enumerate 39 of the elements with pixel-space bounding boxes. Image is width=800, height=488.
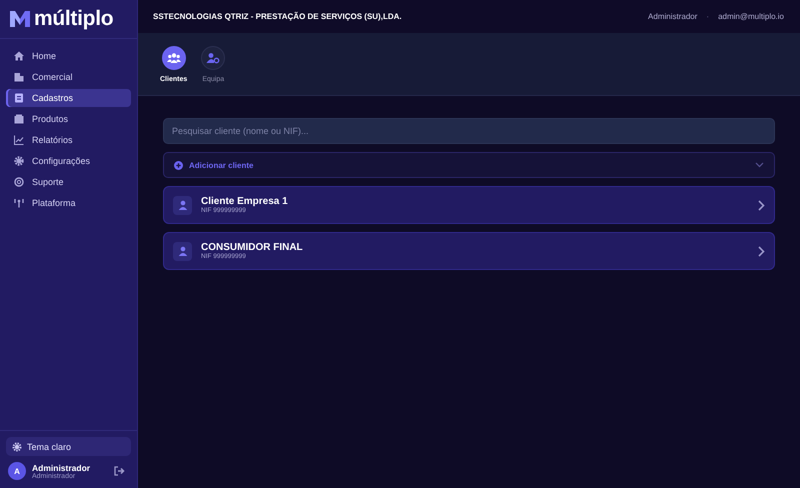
brand-name: múltiplo — [34, 7, 114, 31]
user-email: admin@multiplo.io — [718, 12, 784, 21]
nav-item[interactable]: Relatórios — [6, 131, 131, 149]
search-field[interactable]: Pesquisar cliente (nome ou NIF)... — [163, 118, 775, 144]
client-name: CONSUMIDOR FINAL — [201, 242, 303, 253]
logout-icon[interactable] — [114, 466, 125, 476]
chevron-right-icon — [758, 200, 765, 210]
user-gear-icon — [206, 52, 220, 64]
client-name: Cliente Empresa 1 — [201, 196, 288, 207]
add-client-panel[interactable]: Adicionar cliente — [163, 152, 775, 178]
user-avatar: A — [8, 462, 26, 480]
company-name: SSTECNOLOGIAS QTRIZ - PRESTAÇÃO DE SERVIÇOS (SU),LDA. — [153, 12, 402, 21]
antenna-icon — [14, 198, 24, 208]
nav-item[interactable]: Produtos — [6, 110, 131, 128]
sun-icon — [12, 442, 22, 452]
box-icon — [14, 114, 24, 124]
add-client-label: Adicionar cliente — [189, 160, 254, 170]
nav-item[interactable]: Plataforma — [6, 194, 131, 212]
home-icon — [14, 51, 24, 61]
theme-toggle-button[interactable]: Tema claro — [6, 437, 131, 456]
plus-circle-icon — [174, 160, 183, 170]
user-role: Administrador — [648, 12, 698, 21]
separator: · — [706, 12, 710, 21]
user-name: Administrador — [32, 462, 90, 472]
settings-icon — [14, 156, 24, 166]
nav-item[interactable]: Comercial — [6, 68, 131, 86]
logo-icon — [9, 9, 31, 29]
chevron-icon — [755, 162, 764, 168]
chevron-right-icon — [758, 246, 765, 256]
chart-icon — [14, 135, 24, 145]
nav-item[interactable]: Suporte — [6, 173, 131, 191]
nav-item[interactable]: Home — [6, 47, 131, 65]
person-icon — [178, 246, 188, 256]
users-icon — [166, 52, 181, 64]
nav-item[interactable]: Cadastros — [6, 89, 131, 107]
lifebuoy-icon — [14, 177, 24, 187]
person-icon — [178, 200, 188, 210]
nav-item[interactable]: Configurações — [6, 152, 131, 170]
contact-card-icon — [14, 93, 24, 103]
